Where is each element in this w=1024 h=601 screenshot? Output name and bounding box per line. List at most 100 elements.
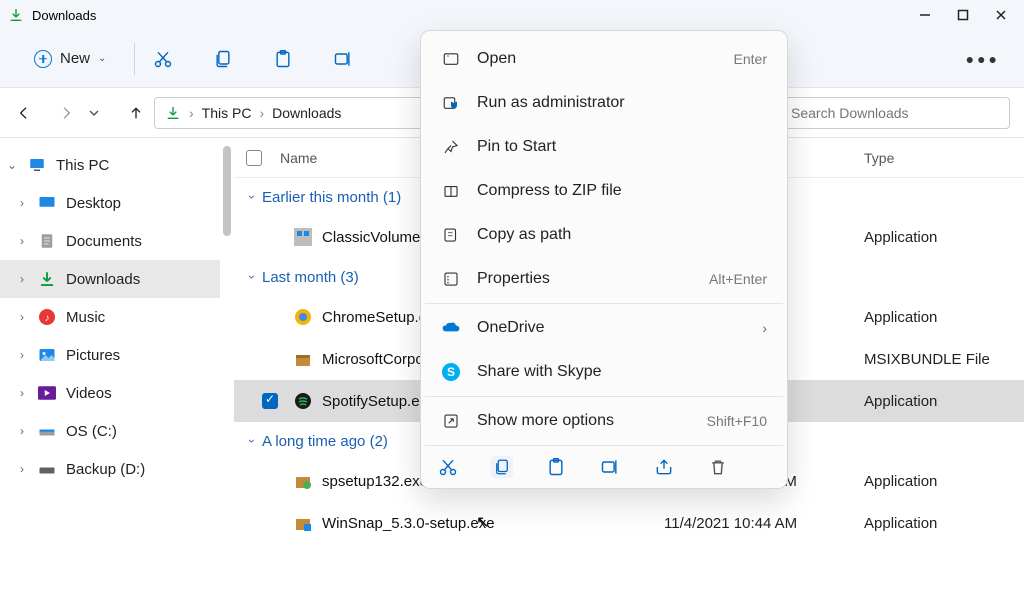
file-type: Application [864,309,1024,326]
chevron-down-icon: › [245,439,259,443]
drive-icon [38,422,56,440]
ctx-open[interactable]: Open Enter [425,37,783,81]
copy-icon[interactable] [213,49,233,69]
window-title: Downloads [32,8,918,23]
ctx-separator [425,303,783,304]
share-icon[interactable] [653,456,675,478]
up-button[interactable] [126,103,146,123]
more-icon[interactable]: ●●● [966,51,1000,67]
chevron-right-icon: › [189,105,194,121]
file-type: Application [864,515,1024,532]
sidebar-item-osc[interactable]: › OS (C:) [0,412,220,450]
pictures-icon [38,346,56,364]
sidebar: ⌄ This PC › Desktop › Documents › Downlo… [0,138,220,601]
ctx-moreoptions[interactable]: Show more options Shift+F10 [425,399,783,443]
ctx-separator [425,445,783,446]
paste-icon[interactable] [545,456,567,478]
pin-icon [441,137,461,157]
sidebar-item-documents[interactable]: › Documents [0,222,220,260]
close-button[interactable] [994,8,1008,22]
copy-icon[interactable] [491,456,513,478]
pc-icon [28,156,46,174]
rename-icon[interactable] [333,49,353,69]
ctx-properties[interactable]: Properties Alt+Enter [425,257,783,301]
ctx-label: OneDrive [477,319,746,337]
sidebar-item-backup[interactable]: › Backup (D:) [0,450,220,488]
sidebar-item-thispc[interactable]: ⌄ This PC [0,146,220,184]
file-date: 11/4/2021 10:44 AM [664,515,864,532]
column-type[interactable]: Type [864,150,1024,166]
sidebar-item-label: OS (C:) [66,423,117,440]
maximize-button[interactable] [956,8,970,22]
chevron-down-icon: ⌄ [6,158,18,172]
sidebar-item-videos[interactable]: › Videos [0,374,220,412]
sidebar-item-desktop[interactable]: › Desktop [0,184,220,222]
scrollbar-thumb[interactable] [223,146,231,236]
onedrive-icon [441,318,461,338]
ctx-label: Share with Skype [477,363,767,381]
sidebar-item-label: Desktop [66,195,121,212]
sidebar-item-label: Pictures [66,347,120,364]
forward-button[interactable] [56,103,76,123]
installer-icon [290,470,316,492]
file-row[interactable]: WinSnap_5.3.0-setup.exe 11/4/2021 10:44 … [234,502,1024,544]
file-checkbox[interactable] [262,393,278,409]
shield-icon [441,93,461,113]
sidebar-item-downloads[interactable]: › Downloads [0,260,220,298]
new-label: New [60,50,90,67]
search-input[interactable] [791,105,999,121]
chrome-icon [290,306,316,328]
chevron-right-icon: › [16,272,28,286]
file-name: WinSnap_5.3.0-setup.exe [316,515,664,532]
new-button[interactable]: New ⌄ [24,46,116,72]
expand-icon [441,411,461,431]
scrollbar[interactable] [220,138,234,601]
minimize-button[interactable] [918,8,932,22]
chevron-right-icon: › [16,310,28,324]
selectall-checkbox[interactable] [246,150,262,166]
file-type: Application [864,393,1024,410]
ctx-label: Run as administrator [477,94,767,112]
desktop-icon [38,194,56,212]
delete-icon[interactable] [707,456,729,478]
ctx-hint: Alt+Enter [709,271,767,287]
group-title: Last month (3) [262,269,359,286]
cut-icon[interactable] [437,456,459,478]
cursor-icon: ↖ [476,512,489,532]
chevron-right-icon: › [16,462,28,476]
chevron-right-icon: › [16,424,28,438]
ctx-label: Compress to ZIP file [477,182,767,200]
ctx-label: Pin to Start [477,138,767,156]
chevron-down-icon: › [245,275,259,279]
rename-icon[interactable] [599,456,621,478]
cut-icon[interactable] [153,49,173,69]
ctx-label: Show more options [477,412,691,430]
ctx-hint: Shift+F10 [707,413,767,429]
ctx-zip[interactable]: Compress to ZIP file [425,169,783,213]
recent-button[interactable] [84,103,104,123]
properties-icon [441,269,461,289]
ctx-label: Open [477,50,718,68]
file-type: MSIXBUNDLE File [864,351,1024,368]
ctx-skype[interactable]: S Share with Skype [425,350,783,394]
file-type: Application [864,229,1024,246]
sidebar-item-label: Documents [66,233,142,250]
zip-icon [441,181,461,201]
ctx-copypath[interactable]: Copy as path [425,213,783,257]
paste-icon[interactable] [273,49,293,69]
ctx-label: Properties [477,270,693,288]
ctx-onedrive[interactable]: OneDrive › [425,306,783,350]
crumb-downloads[interactable]: Downloads [272,105,341,121]
package-icon [290,348,316,370]
sidebar-item-pictures[interactable]: › Pictures [0,336,220,374]
ctx-hint: Enter [734,51,767,67]
ctx-quick-actions [425,448,783,482]
downloads-icon [38,270,56,288]
sidebar-item-music[interactable]: › ♪ Music [0,298,220,336]
ctx-runadmin[interactable]: Run as administrator [425,81,783,125]
crumb-thispc[interactable]: This PC [202,105,252,121]
ctx-pin[interactable]: Pin to Start [425,125,783,169]
back-button[interactable] [14,103,34,123]
search-box[interactable] [780,97,1010,129]
downloads-icon [8,7,24,23]
